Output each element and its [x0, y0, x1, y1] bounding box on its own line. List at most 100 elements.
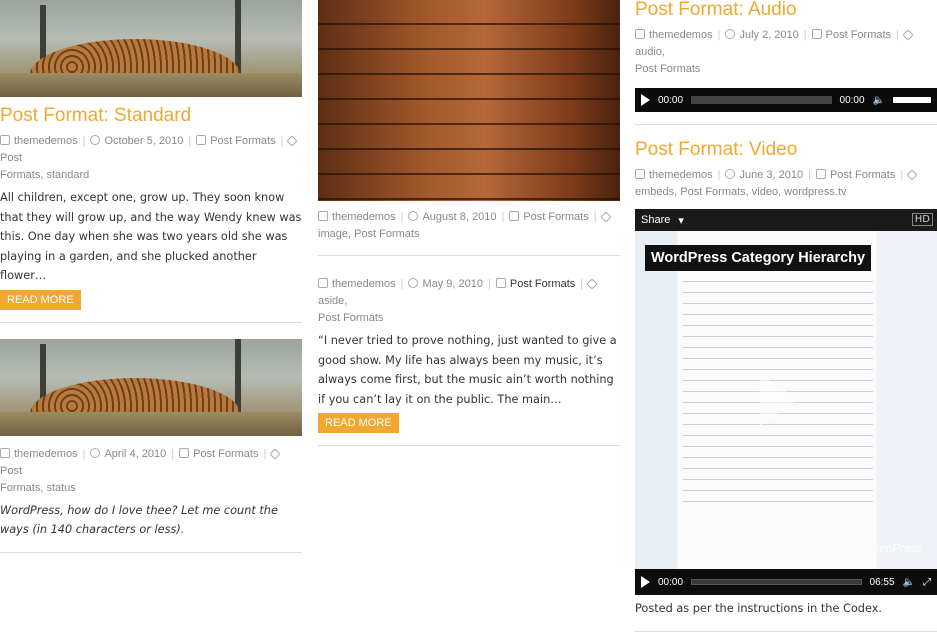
author-icon	[318, 278, 328, 288]
post-excerpt: “I never tried to prove nothing, just wa…	[318, 334, 617, 406]
audio-duration: 00:00	[839, 94, 865, 106]
post-date[interactable]: October 5, 2010	[104, 135, 183, 147]
play-icon[interactable]	[641, 94, 650, 106]
post-category[interactable]: Post Formats	[826, 29, 891, 41]
post-date[interactable]: April 4, 2010	[104, 448, 166, 460]
tree-shape	[235, 338, 241, 414]
post-tags-cont[interactable]: Formats, status	[0, 482, 76, 494]
clock-icon	[725, 169, 736, 179]
video-controls: 00:00 06:55 🔈 ⤢	[635, 569, 937, 595]
post-title[interactable]: Post Format: Standard	[0, 105, 302, 127]
clock-icon	[408, 278, 419, 288]
audio-current-time: 00:00	[658, 94, 684, 106]
post-thumbnail[interactable]	[0, 0, 302, 97]
post-meta: themedemos | July 2, 2010 | Post Formats |aud…	[635, 27, 937, 78]
share-button[interactable]: Share	[641, 214, 670, 226]
divider	[0, 321, 302, 323]
post-excerpt: WordPress, how do I love thee? Let me co…	[0, 503, 278, 537]
author-icon	[318, 211, 328, 221]
post-tags-cont[interactable]: Post Formats	[635, 63, 700, 75]
author-icon	[635, 169, 645, 179]
grass	[0, 73, 302, 97]
volume-icon[interactable]: 🔈	[903, 577, 915, 588]
post-author[interactable]: themedemos	[332, 278, 396, 290]
post-image[interactable]	[318, 0, 620, 201]
post-tags-cont[interactable]: Post Formats	[318, 312, 383, 324]
video-player[interactable]: Share ▾ HD WordPress Category Hierarchy …	[635, 209, 937, 595]
post-thumbnail[interactable]	[0, 338, 302, 436]
post-category[interactable]: Post Formats	[193, 448, 258, 460]
grass	[0, 411, 302, 436]
video-brand: VideoPress	[861, 541, 923, 555]
tag-icon	[902, 29, 914, 41]
audio-player: 00:00 00:00 🔈	[635, 88, 937, 112]
post-author[interactable]: themedemos	[14, 135, 78, 147]
column-left: Post Format: Standard themedemos | October…	[0, 0, 302, 553]
video-top-bar: Share ▾	[635, 209, 937, 231]
tag-icon	[269, 447, 282, 460]
post-date[interactable]: July 2, 2010	[739, 29, 798, 41]
post-tags[interactable]: aside,	[318, 295, 347, 307]
post-tags-cont[interactable]: Formats, standard	[0, 169, 89, 181]
post-category[interactable]: Post Formats	[523, 211, 588, 223]
post-author[interactable]: themedemos	[332, 211, 396, 223]
folder-icon	[509, 211, 520, 221]
big-play-icon[interactable]	[760, 374, 798, 426]
volume-slider[interactable]	[893, 97, 931, 103]
video-progress-bar[interactable]	[691, 579, 862, 585]
post-tags[interactable]: image, Post Formats	[318, 228, 419, 240]
post-category[interactable]: Post Formats	[510, 278, 575, 290]
folder-icon	[811, 29, 822, 39]
column-middle: themedemos | August 8, 2010 | Post Formats | …	[318, 0, 620, 446]
post-meta: themedemos | April 4, 2010 | Post Formats |Po…	[0, 446, 302, 497]
divider	[635, 630, 937, 632]
post-tags[interactable]: audio,	[635, 46, 665, 58]
divider	[0, 551, 302, 553]
chevron-down-icon[interactable]: ▾	[678, 214, 684, 227]
volume-icon[interactable]: 🔈	[873, 95, 885, 106]
divider	[318, 255, 620, 256]
tree-shape	[235, 0, 241, 75]
play-icon[interactable]	[641, 576, 650, 588]
folder-icon	[196, 135, 207, 145]
hd-button[interactable]: HD	[911, 213, 933, 226]
tag-icon	[586, 278, 598, 290]
post-category[interactable]: Post Formats	[830, 169, 895, 181]
author-icon	[0, 135, 10, 145]
video-title: WordPress Category Hierarchy	[645, 245, 872, 271]
tag-icon	[906, 169, 918, 181]
folder-icon	[495, 278, 506, 288]
divider	[318, 445, 620, 446]
post-author[interactable]: themedemos	[649, 29, 713, 41]
audio-progress-bar[interactable]	[691, 96, 832, 104]
video-current-time: 00:00	[658, 576, 684, 588]
post-title[interactable]: Post Format: Audio	[635, 0, 937, 21]
clock-icon	[408, 211, 419, 221]
post-excerpt: All children, except one, grow up. They …	[0, 191, 302, 282]
clock-icon	[725, 29, 736, 39]
post-date[interactable]: June 3, 2010	[739, 169, 803, 181]
post-caption: Posted as per the instructions in the Co…	[635, 602, 882, 615]
clock-icon	[90, 447, 101, 458]
post-tags[interactable]: Post	[0, 465, 22, 477]
fullscreen-icon[interactable]: ⤢	[923, 577, 931, 588]
post-meta: themedemos | June 3, 2010 | Post Formats | em…	[635, 167, 937, 201]
post-date[interactable]: August 8, 2010	[422, 211, 496, 223]
author-icon	[635, 29, 645, 39]
post-title[interactable]: Post Format: Video	[635, 139, 937, 161]
read-more-button[interactable]: READ MORE	[318, 413, 399, 433]
post-meta: themedemos | October 5, 2010 | Post Formats |…	[0, 133, 302, 184]
post-author[interactable]: themedemos	[649, 169, 713, 181]
post-author[interactable]: themedemos	[14, 448, 78, 460]
folder-icon	[815, 169, 826, 179]
post-meta: themedemos | May 9, 2010 | Post Formats |asid…	[318, 276, 620, 327]
post-tags[interactable]: embeds, Post Formats, video, wordpress.t…	[635, 186, 847, 198]
post-date[interactable]: May 9, 2010	[422, 278, 483, 290]
post-category[interactable]: Post Formats	[210, 135, 275, 147]
column-right: Post Format: Audio themedemos | July 2, 20…	[635, 0, 937, 632]
post-tags[interactable]: Post	[0, 152, 22, 164]
read-more-button[interactable]: READ MORE	[0, 289, 81, 310]
clock-icon	[90, 135, 101, 145]
tag-icon	[286, 135, 299, 147]
divider	[635, 124, 937, 125]
